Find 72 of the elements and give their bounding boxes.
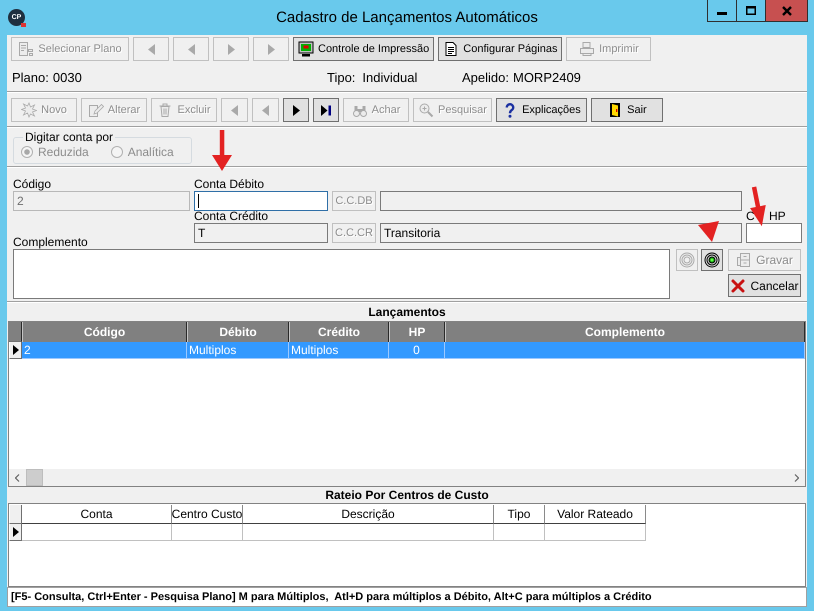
trash-icon: [157, 102, 174, 118]
target-icon: [704, 252, 720, 268]
section-title: Lançamentos: [367, 304, 447, 321]
x-mark-icon: [730, 278, 746, 294]
column-header[interactable]: Tipo: [494, 505, 545, 524]
annotation-arrow: [212, 130, 232, 171]
page-setup-button[interactable]: Configurar Páginas: [438, 37, 562, 61]
table-row[interactable]: 2 Multiplos Multiplos 0: [9, 342, 805, 359]
info-label: Tipo:: [327, 70, 356, 84]
field-label: C HP: [746, 210, 787, 223]
info-label: Apelido:: [462, 70, 509, 84]
table-cell: Multiplos: [289, 342, 389, 359]
field-label: Conta Crédito: [194, 210, 270, 223]
column-header[interactable]: Valor Rateado: [545, 505, 646, 524]
table-cell: [494, 524, 545, 541]
cabinet-icon: [736, 252, 752, 268]
section-title: Rateio Por Centros de Custo: [324, 487, 490, 503]
maximize-icon: [746, 6, 756, 15]
close-icon: [782, 6, 792, 16]
credit-account-field[interactable]: T: [194, 223, 328, 243]
table-cell: Multiplos: [187, 342, 289, 359]
field-label: Complemento: [13, 236, 89, 249]
chevron-right-icon: [794, 474, 799, 482]
field-label: Código: [13, 178, 52, 191]
left-triangle-icon: [262, 104, 269, 116]
target-button[interactable]: [701, 249, 723, 271]
table-cell: 2: [22, 342, 187, 359]
chevron-left-icon: [15, 474, 20, 482]
help-button[interactable]: Explicações: [496, 98, 587, 122]
hp-field[interactable]: [746, 223, 802, 243]
info-value: MORP2409: [512, 70, 581, 84]
left-triangle-icon: [148, 44, 154, 54]
complement-text-area[interactable]: [13, 249, 670, 299]
starburst-icon: [21, 102, 38, 118]
printer-icon: [579, 41, 596, 57]
left-triangle-icon: [188, 44, 194, 54]
print-control-button[interactable]: Controle de Impressão: [293, 37, 434, 61]
cancel-button[interactable]: Cancelar: [728, 274, 801, 297]
info-value: 0030: [52, 70, 82, 84]
pencil-icon: [88, 102, 104, 118]
next-button[interactable]: [283, 98, 309, 122]
close-button[interactable]: [765, 0, 807, 21]
last-button[interactable]: [313, 98, 339, 122]
description-field[interactable]: Transitoria: [380, 223, 742, 243]
document-list-icon: [18, 41, 34, 57]
annotation-arrow: [698, 221, 719, 242]
description-field[interactable]: [380, 191, 742, 211]
zoom-in-icon: [418, 102, 434, 118]
right-triangle-icon: [228, 44, 234, 54]
info-label: Plano:: [12, 70, 49, 84]
window-title: Cadastro de Lançamentos Automáticos: [276, 9, 538, 26]
debit-account-field[interactable]: [194, 191, 328, 211]
info-value: Individual: [362, 70, 418, 84]
skip-end-icon: [321, 104, 331, 116]
document-icon: [443, 41, 460, 57]
field-label: Conta Débito: [194, 178, 266, 191]
column-header[interactable]: Conta: [22, 505, 172, 524]
column-header[interactable]: Descrição: [243, 505, 494, 524]
minimize-icon: [717, 12, 727, 15]
column-header[interactable]: Centro Custo: [172, 505, 243, 524]
target-icon: [679, 252, 695, 268]
left-triangle-icon: [231, 104, 238, 116]
right-triangle-icon: [292, 104, 300, 116]
table-cell: 0: [389, 342, 445, 359]
table-cell: [172, 524, 243, 541]
monitor-icon: [298, 41, 314, 57]
scrollbar-thumb[interactable]: [26, 469, 43, 486]
group-label: Digitar conta por: [24, 130, 114, 144]
exit-button[interactable]: Sair: [590, 98, 663, 122]
right-triangle-icon: [268, 44, 274, 54]
horizontal-scrollbar[interactable]: [9, 469, 805, 486]
status-bar: [F5- Consulta, Ctrl+Enter - Pesquisa Plano] M para Múltiplos, Atl+D para múltiplos a Débito, Alt+C para múltiplos a Crédito: [7, 587, 807, 607]
